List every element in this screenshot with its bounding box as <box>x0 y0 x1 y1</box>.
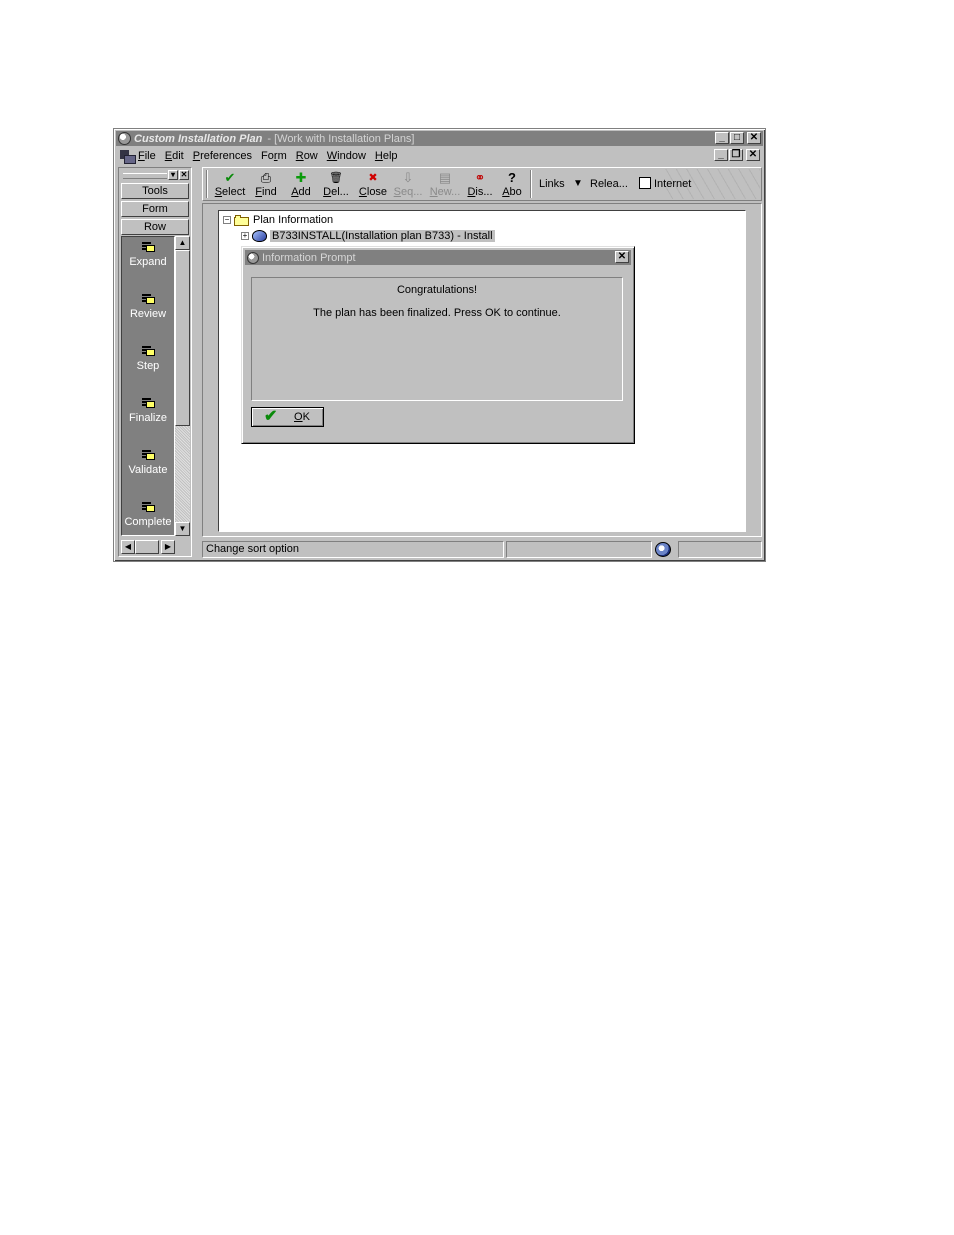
status-cell-3 <box>678 541 762 558</box>
tab-form[interactable]: Form <box>121 201 189 217</box>
about-button[interactable]: ? Abo <box>500 170 524 199</box>
new-icon: ▤ <box>438 170 452 185</box>
internet-icon <box>639 177 651 189</box>
dialog-close-button[interactable]: ✕ <box>615 251 629 263</box>
ok-label: OK <box>294 411 310 423</box>
dialog-message-heading: Congratulations! <box>396 284 478 296</box>
close-x-icon: ✖ <box>368 172 378 184</box>
status-cell-2 <box>506 541 652 558</box>
document-list-icon <box>141 501 155 513</box>
links-menu[interactable]: Links <box>539 178 565 190</box>
form-title: - [Work with Installation Plans] <box>267 132 415 145</box>
document-list-icon <box>141 345 155 357</box>
tree-row-root[interactable]: − Plan Information <box>223 213 333 227</box>
scroll-left-arrow-icon[interactable]: ◀ <box>121 540 135 554</box>
display-button[interactable]: ⚭ Dis... <box>466 170 494 199</box>
dialog-message-box: Congratulations! The plan has been final… <box>251 277 623 401</box>
find-icon: ⎙ <box>260 170 272 185</box>
title-bar: Custom Installation Plan - [Work with In… <box>116 131 763 146</box>
form-close-button[interactable]: ✕ <box>746 149 760 161</box>
tree-row-plan[interactable]: + B733INSTALL(Installation plan B733) - … <box>241 229 495 243</box>
row-exit-expand[interactable]: Expand <box>122 241 174 268</box>
add-button[interactable]: ✚ Add <box>287 170 315 199</box>
close-button[interactable]: ✕ <box>747 132 761 144</box>
dialog-globe-icon <box>247 251 259 264</box>
menu-help[interactable]: Help <box>375 150 398 162</box>
checkmark-icon: ✔ <box>224 170 236 185</box>
globe-icon <box>655 542 671 557</box>
panel-close-button[interactable]: ✕ <box>179 170 189 180</box>
scroll-down-arrow-icon[interactable]: ▼ <box>175 522 190 536</box>
document-list-icon <box>141 241 155 253</box>
minimize-button[interactable]: _ <box>715 132 729 144</box>
row-list-vscrollbar[interactable]: ▲ ▼ <box>175 236 190 536</box>
app-globe-icon <box>118 132 131 145</box>
find-button[interactable]: ⎙ Find <box>251 170 281 199</box>
add-icon: ✚ <box>295 170 307 185</box>
menu-file[interactable]: File <box>138 150 156 162</box>
row-list-hscrollbar[interactable]: ◀ ▶ <box>121 540 175 554</box>
status-bar: Change sort option <box>202 541 762 559</box>
tab-row[interactable]: Row <box>121 219 189 235</box>
dialog-title: Information Prompt <box>262 251 356 264</box>
app-title: Custom Installation Plan <box>134 132 263 145</box>
menu-bar: File Edit Preferences Form Row Window He… <box>116 148 763 164</box>
expand-icon[interactable]: + <box>241 232 249 240</box>
plan-icon <box>252 230 267 242</box>
panel-dropdown-button[interactable]: ▾ <box>168 170 178 180</box>
delete-button[interactable]: 🗑 Del... <box>321 171 351 198</box>
menu-preferences[interactable]: Preferences <box>193 150 252 162</box>
about-help-icon: ? <box>508 170 516 185</box>
document-list-icon <box>141 293 155 305</box>
tab-tools[interactable]: Tools <box>121 183 189 199</box>
menu-form[interactable]: Form <box>261 150 287 162</box>
collapse-icon[interactable]: − <box>223 216 231 224</box>
exit-bar-panel: ▾ ✕ Tools Form Row Expand Review Step Fi… <box>118 167 192 557</box>
checkmark-icon: ✔ <box>264 408 278 425</box>
menu-window[interactable]: Window <box>327 150 366 162</box>
form-minimize-button[interactable]: _ <box>714 149 728 161</box>
row-exit-complete[interactable]: Complete <box>122 501 174 528</box>
folder-open-icon <box>234 214 249 226</box>
trash-icon: 🗑 <box>329 172 343 184</box>
sequence-icon: ⇩ <box>402 170 414 185</box>
select-button[interactable]: ✔ Select <box>213 170 247 199</box>
display-icon: ⚭ <box>474 170 486 185</box>
row-exit-list: Expand Review Step Finalize Validate Com… <box>121 236 175 536</box>
row-exit-finalize[interactable]: Finalize <box>122 397 174 424</box>
menu-edit[interactable]: Edit <box>165 150 184 162</box>
form-system-menu-icon[interactable] <box>118 149 136 164</box>
row-exit-review[interactable]: Review <box>122 293 174 320</box>
close-form-button[interactable]: ✖ Close <box>357 171 389 198</box>
dialog-message-text: The plan has been finalized. Press OK to… <box>313 307 561 319</box>
new-button[interactable]: ▤ New... <box>429 170 461 199</box>
toolbar: ✔ Select ⎙ Find ✚ Add 🗑 Del... ✖ Close ⇩ Seq..… <box>202 167 762 201</box>
row-exit-validate[interactable]: Validate <box>122 449 174 476</box>
row-exit-step[interactable]: Step <box>122 345 174 372</box>
maximize-button[interactable]: □ <box>730 132 744 144</box>
ok-button[interactable]: ✔ OK <box>251 407 324 427</box>
status-text: Change sort option <box>202 541 504 558</box>
tree-root-label: Plan Information <box>253 214 334 226</box>
release-link[interactable]: Relea... <box>590 178 628 190</box>
scroll-right-arrow-icon[interactable]: ▶ <box>161 540 175 554</box>
form-restore-button[interactable]: ❐ <box>729 149 743 161</box>
information-prompt-dialog: Information Prompt ✕ Congratulations! Th… <box>241 246 635 444</box>
hscroll-thumb[interactable] <box>135 540 159 554</box>
internet-link[interactable]: Internet <box>654 178 691 190</box>
links-dropdown-icon[interactable]: ▼ <box>573 178 583 189</box>
scroll-up-arrow-icon[interactable]: ▲ <box>175 236 190 250</box>
sequence-button[interactable]: ⇩ Seq... <box>393 170 423 199</box>
document-list-icon <box>141 449 155 461</box>
scroll-thumb[interactable] <box>175 250 190 426</box>
dialog-title-bar: Information Prompt ✕ <box>245 250 631 265</box>
tree-plan-label: B733INSTALL(Installation plan B733) - In… <box>270 230 495 242</box>
menu-row[interactable]: Row <box>296 150 318 162</box>
document-list-icon <box>141 397 155 409</box>
